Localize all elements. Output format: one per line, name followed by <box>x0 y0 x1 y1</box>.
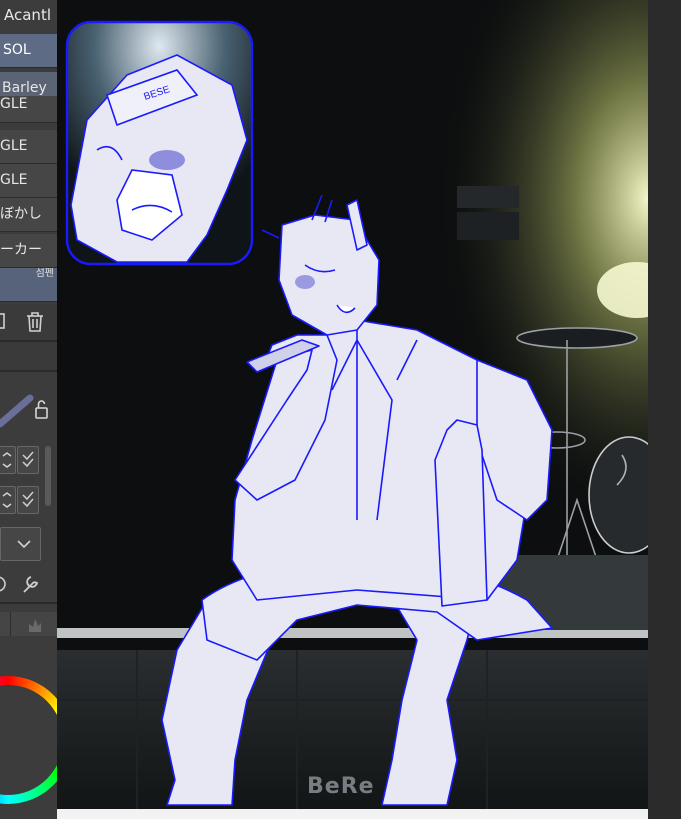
brush-item-gle-1[interactable]: GLE <box>0 96 57 123</box>
brush-item-label: GLE <box>0 96 28 112</box>
brush-item-marker[interactable]: ーカー <box>0 234 57 268</box>
brush-tag: 섬펜 <box>35 268 54 279</box>
divider <box>0 370 57 372</box>
color-wheel[interactable] <box>0 676 57 804</box>
watermark-text: BeRe <box>307 774 375 799</box>
settings-icon[interactable] <box>0 576 6 592</box>
panel-header <box>0 342 57 370</box>
wrench-icon[interactable] <box>23 576 39 593</box>
color-tabs <box>0 612 57 636</box>
divider <box>0 602 57 604</box>
canvas-artwork: BESE <box>57 0 648 809</box>
brush-item-label: SOL <box>3 42 31 58</box>
brush-preview <box>0 394 48 428</box>
opacity-check-button[interactable] <box>17 486 39 514</box>
lock-icon[interactable] <box>35 400 48 419</box>
mode-select[interactable] <box>0 527 41 561</box>
brush-item-label: GLE <box>0 138 28 154</box>
brush-item-label: GLE <box>0 172 28 188</box>
chevron-down-icon <box>17 540 31 549</box>
brush-item-label: ぼかし <box>0 206 42 222</box>
inset-panel: BESE <box>65 20 254 266</box>
scrollbar[interactable] <box>45 446 51 506</box>
brush-item-sol[interactable]: SOL <box>0 34 57 68</box>
trash-icon[interactable] <box>27 312 43 332</box>
settings-row <box>0 576 39 593</box>
brush-item-gle-3[interactable]: GLE <box>0 164 57 198</box>
opacity-stepper[interactable] <box>0 486 16 514</box>
flame-icon[interactable] <box>26 616 44 634</box>
canvas-edge <box>57 809 648 819</box>
brush-item-gle-2[interactable]: GLE <box>0 130 57 164</box>
brush-item-blur[interactable]: ぼかし <box>0 198 57 232</box>
brush-item-label: ーカー <box>0 242 42 258</box>
brush-actions-row <box>0 304 57 340</box>
brush-actions-icons <box>0 312 43 332</box>
drawing-canvas[interactable]: BESE BeRe <box>57 0 648 809</box>
brush-palette: Acantl SOL Barley GLE GLE GLE ぼかし ーカー 섬펜 <box>0 0 57 819</box>
brush-item-pen[interactable]: 섬펜 <box>0 268 57 302</box>
workspace-gutter <box>648 0 681 819</box>
copy-icon[interactable] <box>0 313 5 329</box>
palette-title: Acantl <box>4 6 51 24</box>
size-check-button[interactable] <box>17 446 39 474</box>
size-stepper[interactable] <box>0 446 16 474</box>
